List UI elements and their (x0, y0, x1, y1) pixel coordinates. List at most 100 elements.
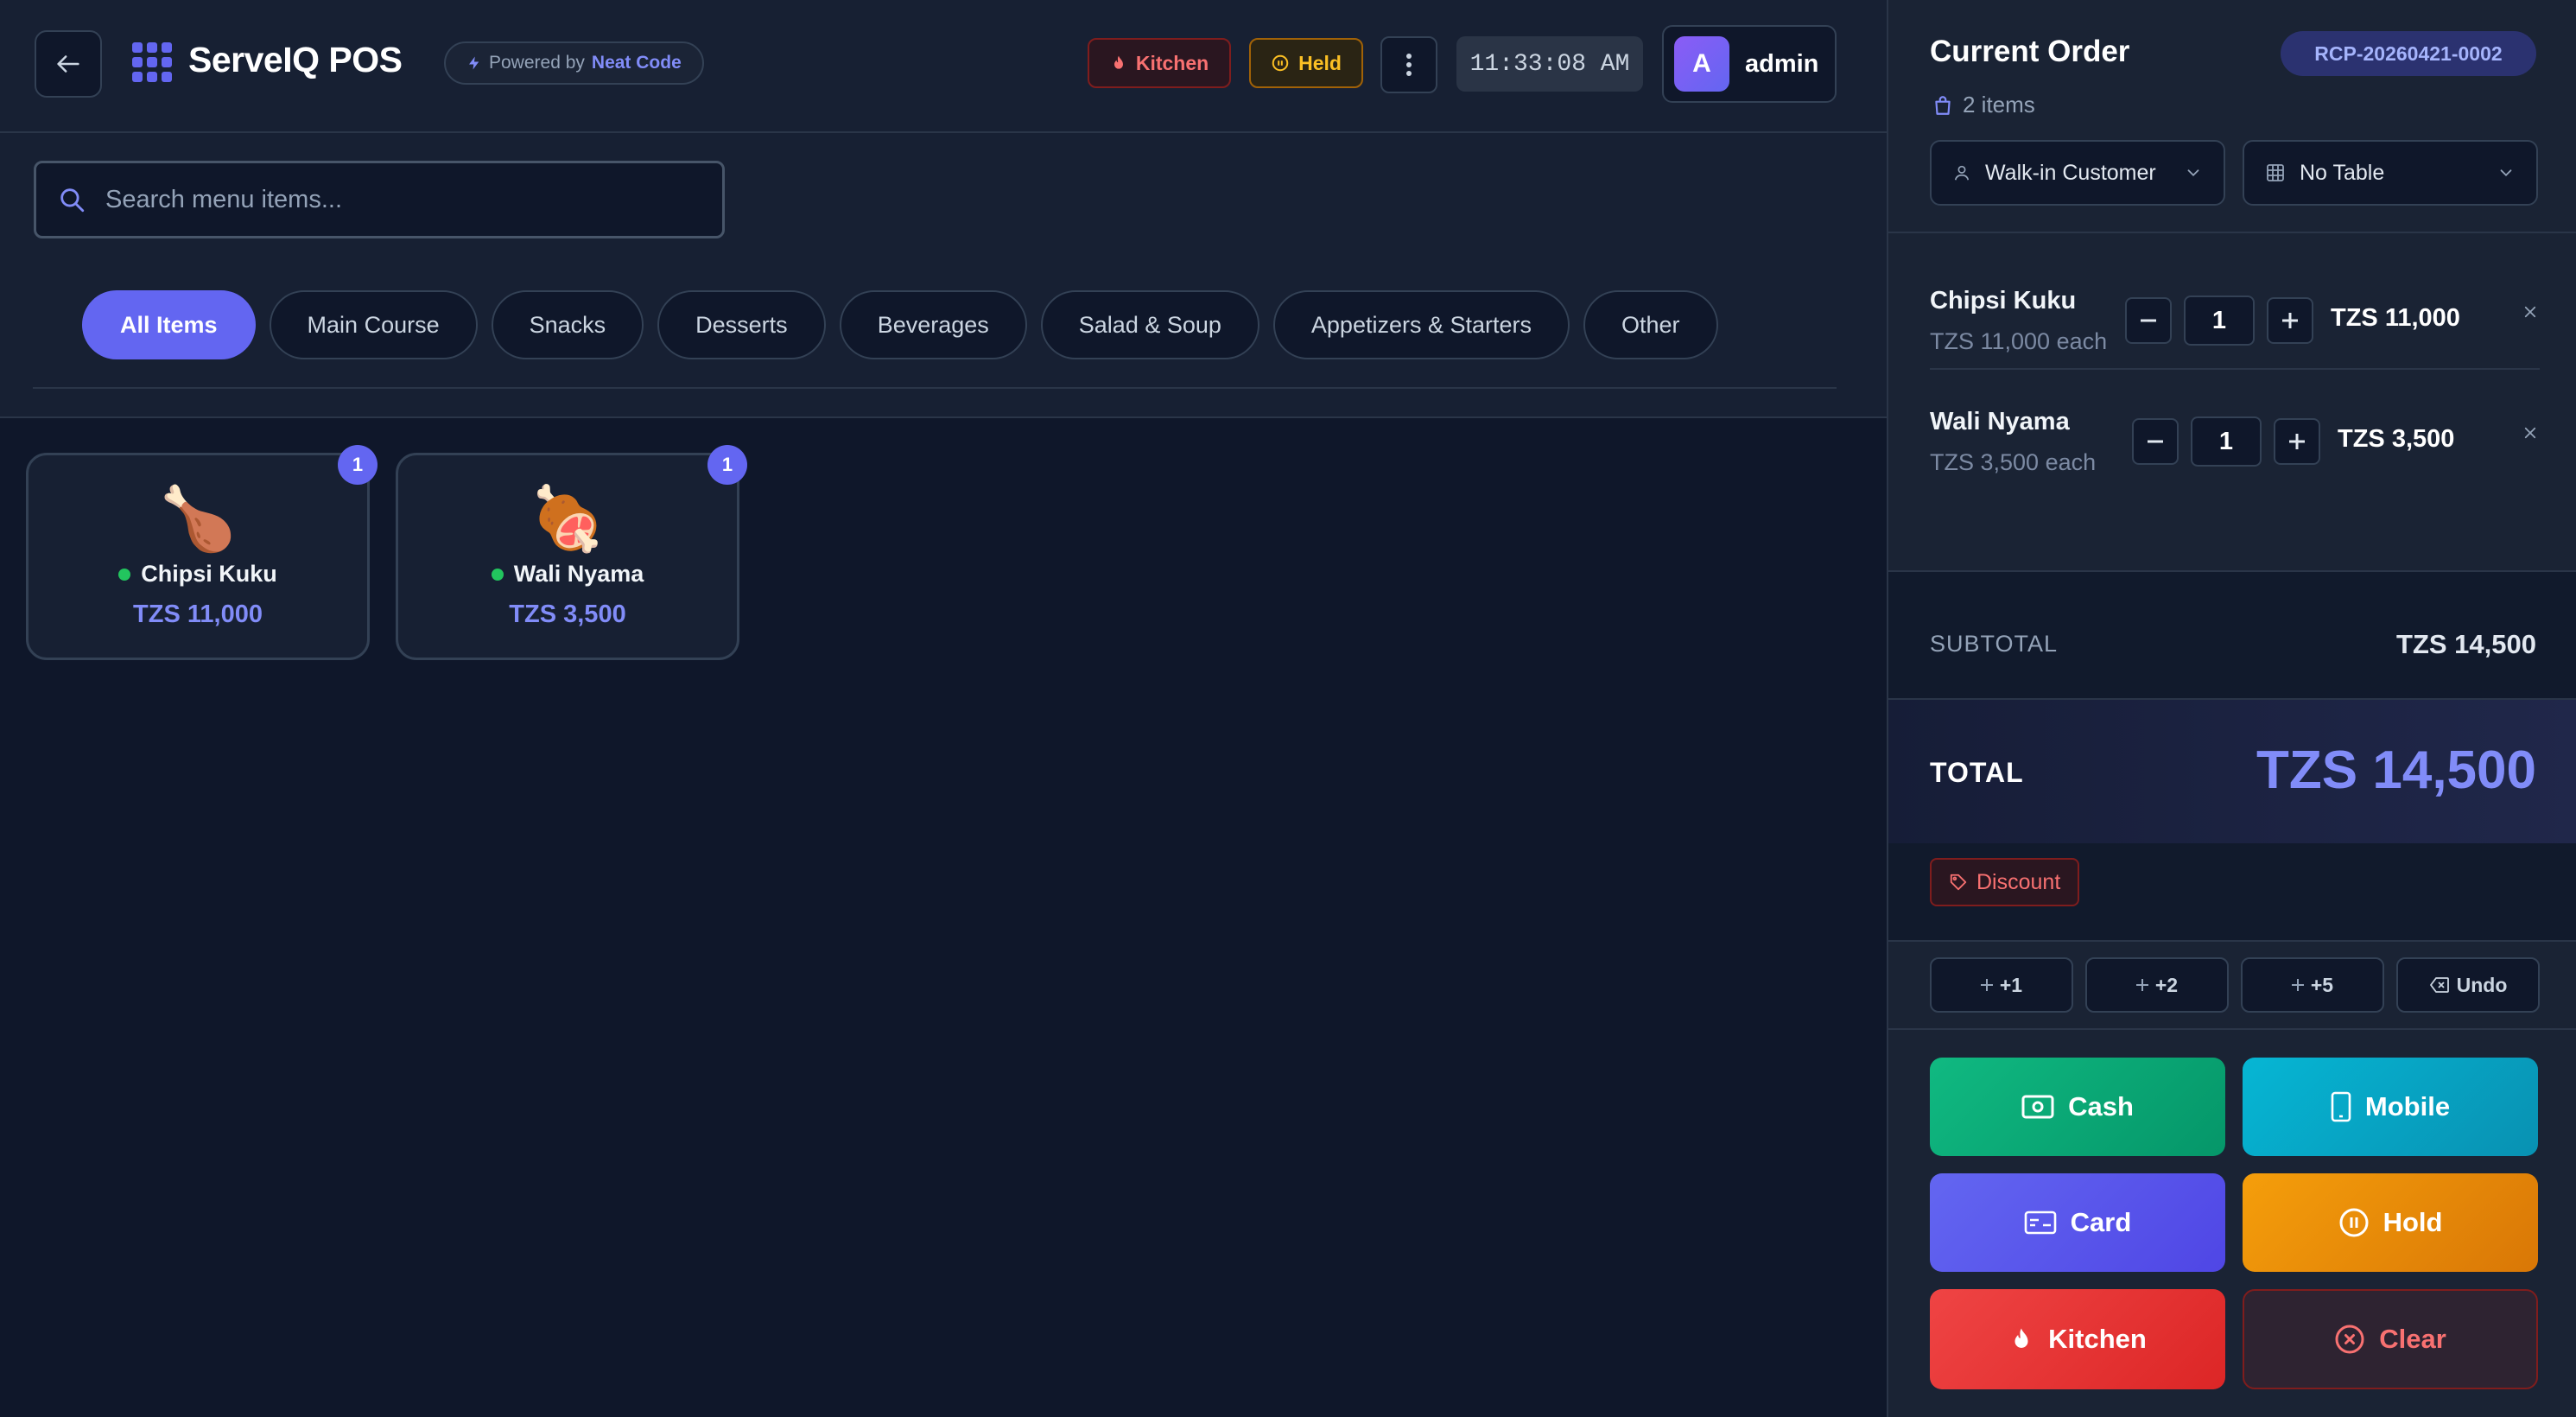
cash-label: Cash (2068, 1091, 2134, 1122)
category-other[interactable]: Other (1583, 290, 1718, 359)
discount-button[interactable]: Discount (1930, 858, 2080, 906)
card-label: Card (2070, 1207, 2132, 1237)
hold-label: Hold (2382, 1207, 2443, 1237)
category-desserts[interactable]: Desserts (657, 290, 826, 359)
held-orders-button[interactable]: Held (1249, 38, 1363, 88)
subtotal-row: SUBTOTAL TZS 14,500 (1888, 570, 2576, 698)
increase-quantity-button[interactable] (2274, 418, 2320, 465)
order-line-item: Chipsi Kuku TZS 11,000 each 1 TZS 11,000 (1930, 247, 2540, 368)
category-main-course[interactable]: Main Course (269, 290, 478, 359)
increase-quantity-button[interactable] (2267, 297, 2313, 344)
user-menu[interactable]: A admin (1662, 25, 1837, 103)
kitchen-orders-button[interactable]: Kitchen (1088, 38, 1231, 88)
grid-icon (132, 42, 172, 82)
user-icon (1952, 163, 1971, 182)
total-label: TOTAL (1930, 757, 2024, 788)
menu-item-card[interactable]: 🍖 Wali Nyama TZS 3,500 1 (396, 445, 747, 660)
close-icon (2522, 304, 2538, 320)
menu-item-name: Chipsi Kuku (141, 561, 277, 587)
decrease-quantity-button[interactable] (2125, 297, 2172, 344)
food-emoji-icon: 🍗 (159, 485, 237, 554)
table-select-value: No Table (2300, 160, 2385, 185)
divider (1888, 232, 2576, 233)
back-button[interactable] (35, 30, 102, 98)
phone-icon (2331, 1091, 2351, 1122)
held-orders-label: Held (1298, 51, 1342, 74)
arrow-left-icon (54, 49, 83, 79)
quick-add-5-button[interactable]: +5 (2241, 957, 2384, 1013)
quick-add-label: +1 (1999, 973, 2023, 996)
backspace-icon (2429, 976, 2450, 994)
remove-line-button[interactable] (2522, 425, 2538, 441)
top-header: ServeIQ POS Powered by Neat Code Kitchen… (0, 0, 1887, 133)
clear-order-button[interactable]: Clear (2243, 1289, 2538, 1389)
item-count: 2 items (1932, 92, 2035, 118)
order-line-item: Wali Nyama TZS 3,500 each 1 TZS 3,500 (1930, 368, 2540, 489)
order-line-unit-price: TZS 11,000 each (1930, 328, 2108, 354)
category-appetizers-starters[interactable]: Appetizers & Starters (1272, 290, 1570, 359)
receipt-number-badge: RCP-20260421-0002 (2281, 31, 2536, 76)
send-to-kitchen-button[interactable]: Kitchen (1930, 1289, 2225, 1389)
clear-label: Clear (2379, 1324, 2446, 1354)
discount-row: Discount (1888, 843, 2576, 942)
plus-icon (2291, 979, 2304, 991)
search-icon (57, 185, 86, 214)
remove-line-button[interactable] (2522, 304, 2538, 320)
quick-add-label: +2 (2154, 973, 2179, 996)
divider (1888, 1028, 2576, 1030)
banknote-icon (2021, 1095, 2054, 1119)
discount-label: Discount (1976, 869, 2061, 894)
hold-order-button[interactable]: Hold (2243, 1173, 2538, 1272)
cart-count-badge: 1 (707, 445, 747, 485)
food-emoji-icon: 🍖 (529, 485, 606, 554)
bag-icon (1932, 94, 1954, 117)
customer-select[interactable]: Walk-in Customer (1930, 140, 2225, 206)
avatar: A (1674, 36, 1729, 92)
quick-add-1-button[interactable]: +1 (1930, 957, 2073, 1013)
total-row: TOTAL TZS 14,500 (1888, 698, 2576, 843)
app-title: ServeIQ POS (188, 40, 403, 79)
quick-add-2-button[interactable]: +2 (2085, 957, 2229, 1013)
card-payment-button[interactable]: Card (1930, 1173, 2225, 1272)
quantity-value[interactable]: 1 (2184, 295, 2255, 346)
category-beverages[interactable]: Beverages (839, 290, 1027, 359)
decrease-quantity-button[interactable] (2132, 418, 2179, 465)
menu-item-price: TZS 3,500 (509, 600, 626, 628)
menu-item-card[interactable]: 🍗 Chipsi Kuku TZS 11,000 1 (26, 445, 378, 660)
menu-grid: 🍗 Chipsi Kuku TZS 11,000 1 🍖 Wali Nyama … (26, 445, 747, 660)
bolt-icon (466, 55, 482, 71)
powered-by-brand: Neat Code (591, 53, 682, 73)
undo-label: Undo (2456, 973, 2508, 996)
user-name: admin (1745, 49, 1819, 78)
powered-by-text: Powered by (489, 53, 585, 73)
kitchen-label: Kitchen (2048, 1324, 2147, 1354)
undo-button[interactable]: Undo (2396, 957, 2540, 1013)
pause-circle-icon (2338, 1207, 2370, 1238)
quick-add-label: +5 (2310, 973, 2334, 996)
order-title: Current Order (1930, 35, 2130, 68)
clock: 11:33:08 AM (1456, 36, 1643, 92)
search-input[interactable] (105, 185, 693, 214)
divider (33, 387, 1837, 389)
subtotal-value: TZS 14,500 (2396, 629, 2536, 659)
category-all-items[interactable]: All Items (82, 290, 256, 359)
table-select[interactable]: No Table (2243, 140, 2538, 206)
category-tabs: All Items Main Course Snacks Desserts Be… (82, 290, 1718, 359)
availability-dot (491, 568, 504, 581)
menu-panel: ServeIQ POS Powered by Neat Code Kitchen… (0, 0, 1887, 1417)
customer-select-value: Walk-in Customer (1985, 160, 2156, 185)
order-line-total: TZS 3,500 (2338, 425, 2455, 453)
menu-item-price: TZS 11,000 (133, 600, 263, 628)
pause-circle-icon (1271, 54, 1290, 73)
more-menu-button[interactable] (1380, 36, 1437, 93)
category-salad-soup[interactable]: Salad & Soup (1040, 290, 1259, 359)
mobile-payment-button[interactable]: Mobile (2243, 1058, 2538, 1156)
order-line-name: Wali Nyama (1930, 408, 2070, 435)
quick-add-row: +1 +2 +5 Undo (1930, 957, 2540, 1013)
flame-icon (2008, 1324, 2034, 1355)
quantity-value[interactable]: 1 (2191, 416, 2262, 467)
order-line-unit-price: TZS 3,500 each (1930, 449, 2097, 475)
category-snacks[interactable]: Snacks (491, 290, 644, 359)
cash-payment-button[interactable]: Cash (1930, 1058, 2225, 1156)
chevron-down-icon (2497, 163, 2516, 182)
